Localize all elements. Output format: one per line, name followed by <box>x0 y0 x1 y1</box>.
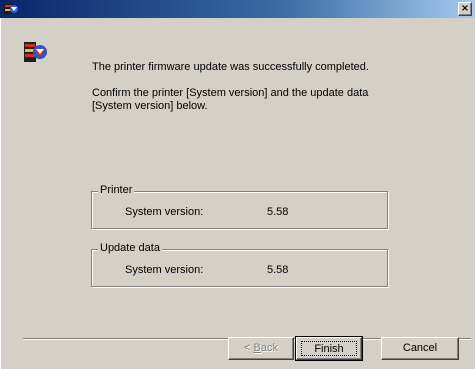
update-data-group: Update data System version: 5.58 <box>91 242 388 287</box>
dialog-body: The printer firmware update was successf… <box>0 18 475 369</box>
update-system-version-value: 5.58 <box>267 264 289 276</box>
finish-button[interactable]: Finish <box>295 336 363 361</box>
back-button[interactable]: < Back <box>228 337 294 360</box>
back-button-accelerator: B <box>253 342 261 354</box>
printer-group: Printer System version: 5.58 <box>91 184 388 229</box>
confirm-instructions: Confirm the printer [System version] and… <box>92 87 369 112</box>
update-data-group-legend: Update data <box>98 242 162 255</box>
back-button-rest: ack <box>260 342 278 354</box>
title-bar: × <box>0 0 475 18</box>
success-message: The printer firmware update was successf… <box>92 61 369 73</box>
printer-group-legend: Printer <box>98 184 135 197</box>
finish-button-label: Finish <box>301 341 357 356</box>
cancel-button[interactable]: Cancel <box>381 337 459 360</box>
close-button[interactable]: × <box>458 2 472 16</box>
update-system-version-label: System version: <box>125 264 204 276</box>
printer-wizard-icon <box>3 1 19 17</box>
close-icon: × <box>460 3 470 14</box>
back-button-prefix: < <box>244 342 254 354</box>
printer-system-version-label: System version: <box>125 206 204 218</box>
printer-system-version-value: 5.58 <box>267 206 289 218</box>
printer-update-icon <box>23 40 49 64</box>
